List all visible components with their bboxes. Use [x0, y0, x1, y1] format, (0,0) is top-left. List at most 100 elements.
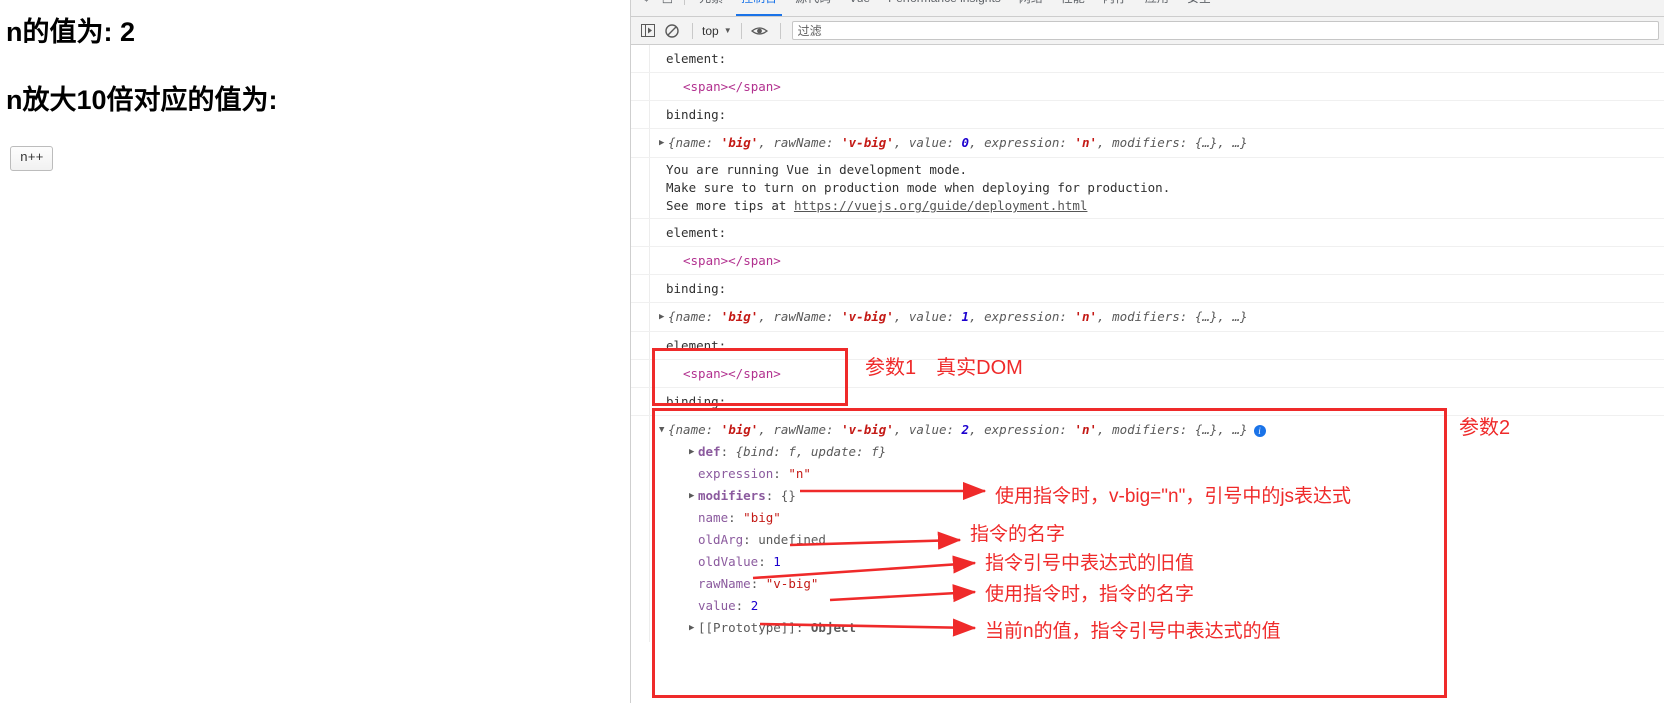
tab-elements[interactable]: 元素 [690, 0, 732, 7]
page-heading-n-value: n的值为: 2 [6, 17, 136, 47]
prop-modifiers[interactable]: ▶ modifiers: {} [689, 485, 1664, 507]
log-gutter [631, 219, 650, 246]
obj-rawname-value: 'v-big' [841, 135, 894, 150]
console-sidebar-icon[interactable] [637, 21, 659, 41]
prop-sep: : [735, 598, 751, 613]
obj-expression-value: 'n' [1074, 309, 1098, 324]
increment-button[interactable]: n++ [10, 146, 54, 171]
expand-triangle-icon[interactable]: ▶ [689, 486, 698, 507]
log-row[interactable]: element: [631, 219, 1664, 247]
obj-expression-value: 'n' [1074, 422, 1098, 437]
vue-msg-line3: See more tips at https://vuejs.org/guide… [666, 197, 1664, 215]
obj-mid2: , value: [893, 135, 962, 150]
expand-triangle-icon[interactable]: ▶ [689, 618, 698, 639]
log-row[interactable]: binding: [631, 101, 1664, 129]
prop-key: def [698, 444, 721, 459]
clear-console-icon[interactable] [661, 21, 683, 41]
prop-sep: : [720, 444, 736, 459]
log-gutter [631, 275, 650, 302]
tab-console[interactable]: 控制台 [732, 0, 786, 16]
obj-mid3: , expression: [969, 309, 1075, 324]
prop-sep: : [758, 554, 774, 569]
log-row[interactable]: <span></span> [631, 360, 1664, 388]
object-preview[interactable]: ▶ {name: 'big', rawName: 'v-big', value: … [659, 132, 1664, 154]
execution-context-value: top [702, 23, 719, 38]
tab-security[interactable]: 安全 [1178, 0, 1220, 7]
prop-expression[interactable]: expression: "n" [689, 463, 1664, 485]
log-gutter [631, 158, 650, 218]
prop-name[interactable]: name: "big" [689, 507, 1664, 529]
log-row[interactable]: element: [631, 332, 1664, 360]
log-row[interactable]: binding: [631, 275, 1664, 303]
expanded-object-row[interactable]: ▼ {name: 'big', rawName: 'v-big', value: … [631, 416, 1664, 642]
prop-key: rawName [698, 576, 751, 591]
prop-value: "v-big" [765, 576, 819, 591]
prop-def[interactable]: ▶ def: {bind: f, update: f} [689, 441, 1664, 463]
prop-value: {bind: f, update: f} [735, 444, 887, 459]
log-text: binding: [666, 394, 727, 409]
obj-mid4: , modifiers: {…}, …} [1097, 422, 1248, 437]
dom-node[interactable]: <span></span> [683, 76, 1664, 97]
obj-rawname-value: 'v-big' [841, 422, 894, 437]
prop-oldValue[interactable]: oldValue: 1 [689, 551, 1664, 573]
prop-sep: : [773, 466, 789, 481]
info-icon[interactable]: i [1253, 424, 1266, 437]
devtools-tab-strip: ⌖ ▭ 元素 控制台 源代码 Vue Performance insights … [631, 0, 1664, 17]
tab-network[interactable]: 网络 [1010, 0, 1052, 7]
obj-mid1: , rawName: [758, 309, 842, 324]
object-properties: ▶ def: {bind: f, update: f} expression: "… [689, 441, 1664, 639]
dom-node[interactable]: <span></span> [683, 250, 1664, 271]
dom-node[interactable]: <span></span> [683, 363, 1664, 384]
prop-value-row[interactable]: value: 2 [689, 595, 1664, 617]
prop-prototype[interactable]: ▶ [[Prototype]]: Object [689, 617, 1664, 639]
prop-key: expression [698, 466, 774, 481]
console-toolbar: top ▼ 过滤 [631, 17, 1664, 45]
expand-triangle-icon[interactable]: ▶ [689, 442, 698, 463]
chevron-down-icon: ▼ [723, 26, 732, 35]
tab-vue[interactable]: Vue [840, 0, 879, 7]
live-expression-icon[interactable] [749, 21, 771, 41]
vue-msg-line1: You are running Vue in development mode. [666, 162, 968, 177]
prop-key: value [698, 598, 736, 613]
log-row[interactable]: ▶ {name: 'big', rawName: 'v-big', value: … [631, 303, 1664, 332]
log-row[interactable]: <span></span> [631, 247, 1664, 275]
vue-dev-message: You are running Vue in development mode.… [666, 161, 1664, 215]
tab-performance-insights[interactable]: Performance insights [879, 0, 1010, 7]
toolbar-divider [684, 0, 686, 5]
tab-sources[interactable]: 源代码 [786, 0, 840, 7]
tab-application[interactable]: 应用 [1136, 0, 1178, 7]
log-gutter [631, 416, 650, 642]
log-row[interactable]: element: [631, 45, 1664, 73]
obj-name-value: 'big' [720, 135, 759, 150]
console-filter-input[interactable]: 过滤 [791, 21, 1659, 40]
obj-rawname-value: 'v-big' [841, 309, 894, 324]
object-preview[interactable]: ▶ {name: 'big', rawName: 'v-big', value: … [659, 306, 1664, 328]
inspect-element-icon[interactable]: ⌖ [637, 0, 656, 7]
tab-memory[interactable]: 内存 [1094, 0, 1136, 7]
obj-name-value: 'big' [720, 422, 759, 437]
log-row[interactable]: You are running Vue in development mode.… [631, 158, 1664, 219]
collapse-triangle-icon[interactable]: ▼ [659, 420, 668, 441]
log-row[interactable]: ▶ {name: 'big', rawName: 'v-big', value: … [631, 129, 1664, 158]
prop-oldArg[interactable]: oldArg: undefined [689, 529, 1664, 551]
deployment-doc-link[interactable]: https://vuejs.org/guide/deployment.html [794, 198, 1088, 213]
console-output[interactable]: element: <span></span> binding: ▶ {name: … [631, 45, 1664, 702]
prop-key: oldArg [698, 532, 744, 547]
log-gutter [631, 45, 650, 72]
obj-name-value: 'big' [720, 309, 759, 324]
prop-sep: : [795, 620, 811, 635]
execution-context-selector[interactable]: top ▼ [700, 24, 734, 38]
log-row[interactable]: <span></span> [631, 73, 1664, 101]
no-triangle [689, 574, 698, 595]
device-toolbar-icon[interactable]: ▭ [656, 0, 679, 7]
obj-prefix: {name: [668, 135, 721, 150]
log-row[interactable]: binding: [631, 388, 1664, 416]
no-triangle [689, 596, 698, 617]
tab-performance[interactable]: 性能 [1052, 0, 1094, 7]
prop-key: name [698, 510, 729, 525]
prop-rawName[interactable]: rawName: "v-big" [689, 573, 1664, 595]
expand-triangle-icon[interactable]: ▶ [659, 307, 668, 328]
obj-mid4: , modifiers: {…}, …} [1097, 309, 1248, 324]
expand-triangle-icon[interactable]: ▶ [659, 133, 668, 154]
object-preview-expanded[interactable]: ▼ {name: 'big', rawName: 'v-big', value: … [659, 419, 1664, 441]
